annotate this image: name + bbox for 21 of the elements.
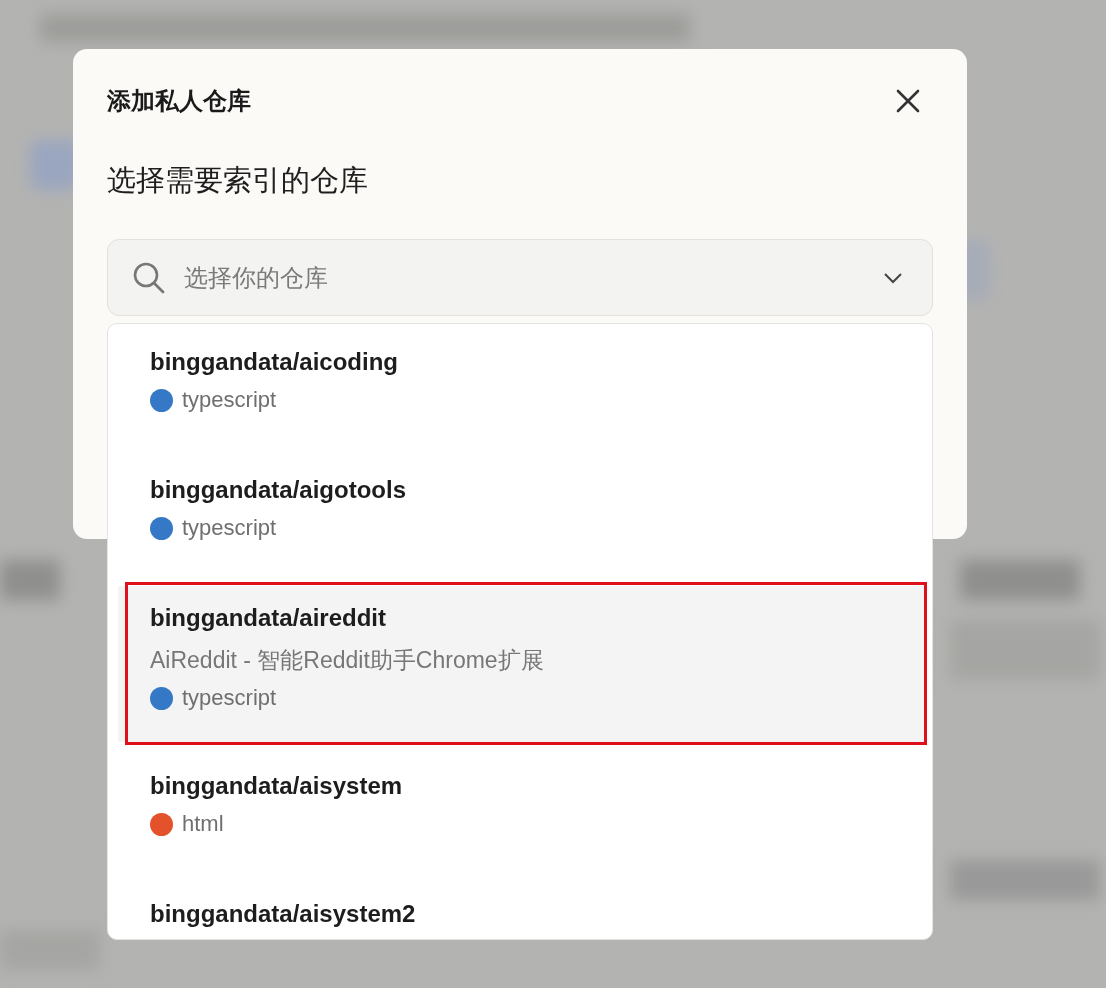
dialog-title: 添加私人仓库 [107, 86, 251, 116]
repo-description: AiReddit - 智能Reddit助手Chrome扩展 [150, 646, 544, 674]
chevron-down-icon [883, 272, 903, 284]
repo-option[interactable]: binggandata/aigotools typescript [118, 452, 924, 580]
language-label: typescript [182, 387, 277, 413]
repo-option[interactable]: binggandata/aisystem html [118, 748, 924, 876]
dialog-subtitle: 选择需要索引的仓库 [107, 163, 368, 198]
search-icon [133, 262, 165, 294]
repo-name: binggandata/aisystem2 [150, 900, 416, 928]
repo-option[interactable]: binggandata/aicoding typescript [118, 324, 924, 452]
language-label: typescript [182, 685, 277, 711]
language-label: typescript [182, 515, 277, 541]
repo-name: binggandata/aireddit [150, 604, 386, 632]
repo-option[interactable]: binggandata/aisystem2 [118, 876, 924, 939]
repo-name: binggandata/aisystem [150, 772, 403, 800]
language-label: html [182, 811, 224, 837]
repo-select-field[interactable]: 选择你的仓库 [107, 239, 933, 316]
repo-name: binggandata/aicoding [150, 348, 398, 376]
repo-option[interactable]: binggandata/aireddit AiReddit - 智能Reddit助手Chrome扩展 typescript [118, 586, 924, 742]
close-icon[interactable] [895, 88, 921, 114]
repo-name: binggandata/aigotools [150, 476, 406, 504]
